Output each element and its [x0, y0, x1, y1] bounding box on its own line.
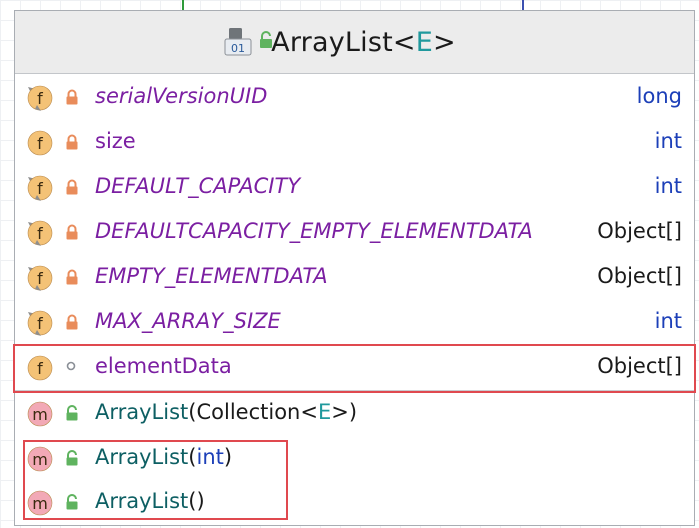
field-name: MAX_ARRAY_SIZE	[95, 309, 281, 333]
svg-text:f: f	[37, 224, 43, 243]
final-static-field-icon: f	[27, 220, 53, 246]
field-icon: f	[27, 130, 53, 156]
field-name: size	[95, 129, 136, 153]
canvas-edge-blue	[522, 0, 524, 10]
field-type: int	[654, 174, 682, 198]
svg-text:m: m	[32, 405, 48, 424]
field-row[interactable]: f serialVersionUID long	[15, 74, 694, 119]
field-name: DEFAULT_CAPACITY	[95, 174, 301, 198]
method-icon: m	[27, 401, 53, 427]
final-static-field-icon: f	[27, 175, 53, 201]
generic-close: >	[331, 400, 349, 424]
class-header[interactable]: 01 ArrayList<E>	[15, 11, 694, 74]
private-lock-icon	[66, 179, 78, 195]
field-name: EMPTY_ELEMENTDATA	[95, 264, 328, 288]
constructor-signature: ArrayList(Collection<E>)	[95, 390, 357, 435]
private-lock-icon	[66, 224, 78, 240]
param-type: Collection	[196, 400, 301, 424]
uml-class-node[interactable]: 01 ArrayList<E> f serialVersionUID long f si…	[13, 10, 696, 526]
field-row[interactable]: f EMPTY_ELEMENTDATA Object[]	[15, 254, 694, 299]
field-type: int	[654, 129, 682, 153]
class-file-icon: 01	[224, 28, 252, 56]
private-lock-icon	[66, 89, 78, 105]
field-type: Object[]	[597, 219, 682, 243]
generic-param: E	[317, 400, 332, 424]
svg-text:f: f	[37, 134, 43, 153]
svg-text:f: f	[37, 179, 43, 198]
generic-open: <	[300, 400, 318, 424]
field-type: int	[654, 309, 682, 333]
type-bracket-open: <	[392, 26, 416, 58]
canvas-edge-green	[182, 0, 184, 10]
field-type: Object[]	[597, 264, 682, 288]
paren-close: )	[348, 400, 358, 424]
public-lock-icon	[260, 31, 272, 48]
svg-text:f: f	[37, 314, 43, 333]
final-static-field-icon: f	[27, 265, 53, 291]
field-name: serialVersionUID	[95, 84, 268, 108]
constructor-name: ArrayList	[95, 400, 189, 424]
public-lock-icon	[66, 405, 78, 421]
field-name: DEFAULTCAPACITY_EMPTY_ELEMENTDATA	[95, 219, 533, 243]
type-bracket-close: >	[432, 26, 456, 58]
final-static-field-icon: f	[27, 310, 53, 336]
final-static-field-icon: f	[27, 85, 53, 111]
field-row[interactable]: f MAX_ARRAY_SIZE int	[15, 299, 694, 344]
field-type: long	[636, 84, 682, 108]
private-lock-icon	[66, 134, 78, 150]
private-lock-icon	[66, 314, 78, 330]
field-row[interactable]: f DEFAULTCAPACITY_EMPTY_ELEMENTDATA Object…	[15, 209, 694, 254]
private-lock-icon	[66, 269, 78, 285]
highlight-constructors	[23, 440, 288, 520]
class-name: ArrayList	[271, 26, 393, 58]
field-row[interactable]: f size int	[15, 119, 694, 164]
type-param: E	[415, 26, 433, 58]
constructor-row[interactable]: m ArrayList(Collection<E>)	[15, 390, 694, 435]
class-title: ArrayList<E>	[271, 27, 456, 58]
svg-text:01: 01	[231, 42, 245, 55]
highlight-elementdata	[13, 344, 696, 393]
svg-text:f: f	[37, 269, 43, 288]
svg-text:f: f	[37, 89, 43, 108]
field-row[interactable]: f DEFAULT_CAPACITY int	[15, 164, 694, 209]
